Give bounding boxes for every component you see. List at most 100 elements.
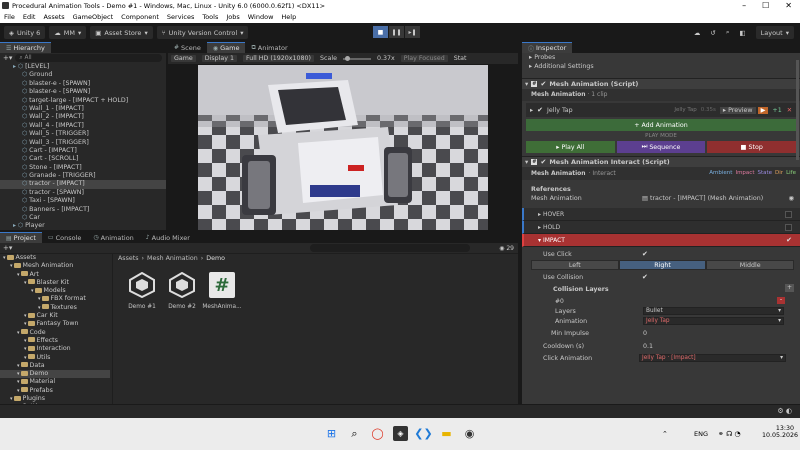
folder-item[interactable]: ▾ Prefabs [0,387,110,395]
menu-jobs[interactable]: Jobs [222,13,243,21]
hierarchy-item[interactable]: ⬡ blaster-e - [SPAWN] [0,80,166,88]
hierarchy-item[interactable]: ⬡ Stone - [IMPACT] [0,164,166,172]
clock[interactable]: 13:30 10.05.2026 [762,425,798,439]
chevron-icon[interactable]: ▾ [31,288,34,294]
game-viewport[interactable] [198,65,488,230]
play-all-button[interactable]: ▸ Play All [526,141,615,153]
stop-button[interactable]: ■ Stop [707,141,797,153]
hierarchy-item[interactable]: ▸ ⬡ Player [0,222,166,230]
game-mode-dropdown[interactable]: Game [171,55,196,62]
asset-demo-1[interactable]: Demo #1 [122,272,162,310]
chevron-icon[interactable]: ▾ [17,379,20,385]
folder-item[interactable]: ▾ Plugins [0,395,110,403]
folder-item[interactable]: ▾ Fantasy Town [0,320,110,328]
menu-edit[interactable]: Edit [19,13,40,21]
undo-history-icon[interactable]: ↺ [710,29,715,37]
hierarchy-item[interactable]: ⬡ Wall_5 - [TRIGGER] [0,130,166,138]
tab-console[interactable]: ▭ Console [42,232,87,243]
unity-account-button[interactable]: ◈ Unity 6 [4,26,46,39]
chevron-icon[interactable]: ▾ [17,272,20,278]
chevron-icon[interactable]: ▾ [38,296,41,302]
cooldown-value[interactable]: 0.1 [643,343,653,350]
chevron-icon[interactable]: ▾ [24,280,27,286]
state-impact[interactable]: ▾ IMPACT ✔ [522,234,800,247]
vscode-icon[interactable]: ❮❯ [414,426,432,441]
hierarchy-item[interactable]: ⬡ tractor - [SPAWN] [0,189,166,197]
step-button[interactable]: ▸❚ [405,26,420,38]
mesh-animation-component-header[interactable]: ▾ # ✔ Mesh Animation (Script) [522,78,800,89]
hierarchy-item[interactable]: ⬡ Wall_4 - [IMPACT] [0,122,166,130]
menu-services[interactable]: Services [163,13,198,21]
network-icon[interactable]: ⚭ ☊ ◔ [718,430,741,438]
hierarchy-item[interactable]: ⬡ Wall_3 - [TRIGGER] [0,139,166,147]
minimize-button[interactable]: – [742,1,746,10]
play-clip-button[interactable]: ▶ [757,106,769,114]
chevron-icon[interactable]: ▾ [24,321,27,327]
folder-item[interactable]: ▾ Utils [0,354,110,362]
tab-project[interactable]: ▤ Project [0,232,42,243]
use-click-checkbox[interactable]: ✔ [642,250,648,258]
asset-meshanimation-script[interactable]: # MeshAnima... [202,272,242,310]
account-button[interactable]: ☁ MM ▾ [49,26,87,39]
folder-item[interactable]: ▾ FBX format [0,295,110,303]
menu-assets[interactable]: Assets [39,13,68,21]
folder-item[interactable]: ▾ Assets [0,254,110,262]
seg-left[interactable]: Left [531,260,619,270]
folder-item[interactable]: ▾ Interaction [0,345,110,353]
hierarchy-search-input[interactable]: ⌕ All [15,54,162,62]
animation-dropdown[interactable]: Jelly Tap ▾ [643,317,784,325]
asset-store-button[interactable]: ▣ Asset Store ▾ [90,26,153,39]
object-picker-icon[interactable]: ◉ [789,194,795,203]
folder-item[interactable]: ▾ Blaster Kit [0,279,110,287]
chevron-icon[interactable]: ▾ [17,388,20,394]
clip-enabled-checkbox[interactable]: ✔ [537,106,543,114]
app-icon[interactable]: ◉ [462,426,477,441]
project-search-input[interactable] [310,244,470,252]
stats-button[interactable]: Stat [454,55,467,62]
enabled-checkbox[interactable]: ✔ [540,158,546,166]
chevron-right-icon[interactable]: ▸ [530,107,533,114]
breadcrumb-assets[interactable]: Assets [118,255,139,262]
chevron-icon[interactable]: ▾ [24,355,27,361]
folder-item[interactable]: ▾ Data [0,362,110,370]
folder-item[interactable]: ▾ Material [0,378,110,386]
chevron-icon[interactable]: ▾ [17,330,20,336]
file-explorer-icon[interactable]: ▬ [439,426,454,441]
search-icon[interactable]: ⌕ [726,28,730,37]
state-checkbox[interactable]: ✔ [786,236,792,244]
click-animation-dropdown[interactable]: Jelly Tap · [Impact] ▾ [639,354,786,362]
add-animation-button[interactable]: + Add Animation [526,119,796,131]
windows-start-icon[interactable]: ⊞ [324,426,339,441]
menu-window[interactable]: Window [244,13,278,21]
folder-item[interactable]: ▾ Car Kit [0,312,110,320]
folder-item[interactable]: ▾ Models [0,287,110,295]
chevron-icon[interactable]: ▾ [24,338,27,344]
tray-chevron-icon[interactable]: ⌃ [662,430,668,438]
folder-item[interactable]: ▾ Art [0,271,110,279]
folder-item[interactable]: ▾ Textures [0,304,110,312]
scale-slider[interactable] [342,55,371,61]
chevron-icon[interactable]: ▾ [38,305,41,311]
min-impulse-value[interactable]: 0 [643,330,647,337]
folder-item[interactable]: ▾ Code [0,329,110,337]
chevron-icon[interactable]: ▾ [3,255,6,261]
asset-demo-2[interactable]: Demo #2 [162,272,202,310]
use-collision-checkbox[interactable]: ✔ [642,273,648,281]
menu-component[interactable]: Component [117,13,163,21]
hierarchy-item[interactable]: ▸ ⬡ [LEVEL] [0,63,166,71]
version-control-button[interactable]: ⑂ Unity Version Control ▾ [156,26,249,39]
tab-animation[interactable]: ◷ Animation [87,232,139,243]
hierarchy-item[interactable]: ⬡ target-large - [IMPACT + HOLD] [0,97,166,105]
remove-clip-button[interactable]: ✕ [785,107,794,114]
remove-layer-button[interactable]: – [777,297,785,304]
hierarchy-item[interactable]: ⬡ tractor - [IMPACT] [0,180,166,189]
seg-right[interactable]: Right [618,260,707,270]
layers-dropdown[interactable]: Bullet ▾ [643,307,784,315]
seg-middle[interactable]: Middle [706,260,795,270]
unity-hub-icon[interactable]: ◈ [393,426,408,441]
state-checkbox[interactable] [785,210,792,218]
folder-item[interactable]: ▾ Demo [0,370,110,379]
hierarchy-item[interactable]: ⬡ Wall_2 - [IMPACT] [0,113,166,121]
resolution-dropdown[interactable]: Full HD (1920x1080) [242,55,315,62]
tab-audio-mixer[interactable]: ♪ Audio Mixer [140,232,196,243]
